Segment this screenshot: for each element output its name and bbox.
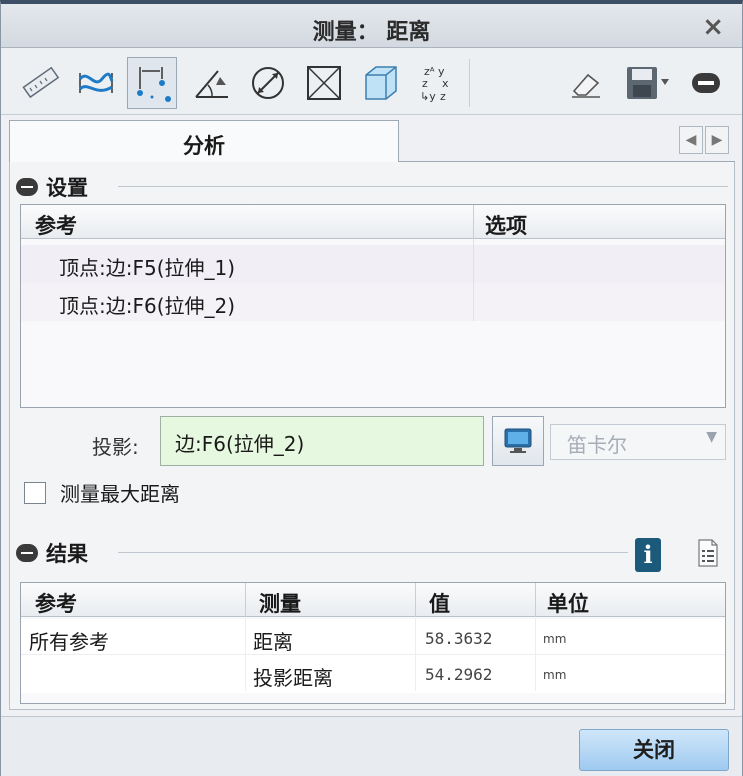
settings-section-toggle[interactable]: 设置 [16,172,88,202]
analysis-panel: 设置 参考 选项 顶点:边:F5(拉伸_1) 顶点:边:F6(拉伸_2) 投影:… [9,162,735,710]
tab-analysis[interactable]: 分析 [9,120,399,162]
table-row[interactable]: 顶点:边:F5(拉伸_1) [21,245,725,283]
table-row[interactable]: 投影距离 54.2962 mm [21,655,725,693]
dialog-footer: 关闭 [1,716,742,776]
results-title: 结果 [46,542,88,566]
result-measure-cell: 投影距离 [253,666,333,690]
results-table: 参考 测量 值 单位 所有参考 距离 58.3632 mm 投影距离 54.29… [20,582,726,704]
results-section-toggle[interactable]: 结果 [16,538,88,568]
result-unit-cell: mm [543,668,567,682]
chevron-down-icon: ▼ [706,429,717,445]
table-row[interactable]: 顶点:边:F6(拉伸_2) [21,283,725,321]
result-value-cell: 58.3632 [425,629,493,648]
reference-cell: 顶点:边:F6(拉伸_2) [59,294,236,318]
info-icon[interactable]: i [635,538,661,572]
close-button[interactable]: 关闭 [579,729,729,771]
svg-text:z: z [440,90,446,103]
coordinate-system-select[interactable]: 笛卡尔 ▼ [550,424,726,460]
column-header-options: 选项 [485,214,527,238]
result-reference-cell: 所有参考 [29,630,109,654]
settings-reference-table: 参考 选项 顶点:边:F5(拉伸_1) 顶点:边:F6(拉伸_2) [20,204,726,408]
projection-display-button[interactable] [492,416,544,466]
eraser-icon[interactable] [561,57,611,109]
collapse-section-icon [16,178,38,196]
collapse-section-icon [16,544,38,562]
projection-label: 投影: [92,435,139,459]
coordinate-system-value: 笛卡尔 [567,433,627,457]
max-distance-label: 测量最大距离 [60,482,180,506]
tab-scroll-left-icon[interactable]: ◀ [679,126,703,154]
table-row[interactable]: 所有参考 距离 58.3632 mm [21,619,725,657]
transform-xyz-icon[interactable]: zᴬ y z x ↳y z [411,57,461,109]
column-header-reference: 参考 [35,592,77,616]
svg-text:z: z [422,77,428,90]
distance-icon[interactable] [127,57,177,109]
area-icon[interactable] [299,57,349,109]
ruler-length-icon[interactable] [15,57,65,109]
monitor-icon [504,428,532,453]
collapse-minus-icon[interactable] [685,57,727,109]
dialog-title: 测量： 距离 [312,20,431,45]
settings-table-header: 参考 选项 [21,205,725,239]
volume-cube-icon[interactable] [355,57,405,109]
tab-scroll-right-icon[interactable]: ▶ [705,126,729,154]
column-header-reference: 参考 [35,214,77,238]
title-bar: 测量： 距离 × [1,4,742,48]
result-value-cell: 54.2962 [425,665,493,684]
max-distance-checkbox[interactable] [24,481,46,504]
curve-wave-icon[interactable] [71,57,121,109]
results-table-header: 参考 测量 值 单位 [21,583,725,617]
close-icon[interactable]: × [702,12,724,42]
tab-strip: 分析 ◀ ▶ [9,120,735,162]
column-header-measure: 测量 [259,592,301,616]
result-unit-cell: mm [543,632,567,646]
result-measure-cell: 距离 [253,630,293,654]
svg-text:x: x [442,77,449,90]
report-icon[interactable] [697,538,719,568]
projection-reference-field[interactable]: 边:F6(拉伸_2) [160,416,484,466]
save-icon[interactable] [617,57,677,109]
measure-dialog: 测量： 距离 × zᴬ y z x ↳y z 分析 ◀ ▶ 设置 参考 选项 顶… [0,0,743,776]
measure-toolbar: zᴬ y z x ↳y z [1,49,742,115]
column-header-value: 值 [429,592,450,616]
diameter-icon[interactable] [243,57,293,109]
settings-title: 设置 [46,176,88,200]
reference-cell: 顶点:边:F5(拉伸_1) [59,256,236,280]
svg-text:↳y: ↳y [420,90,436,103]
column-header-unit: 单位 [547,592,589,616]
angle-icon[interactable] [187,57,237,109]
max-distance-option[interactable]: 测量最大距离 [24,478,180,507]
